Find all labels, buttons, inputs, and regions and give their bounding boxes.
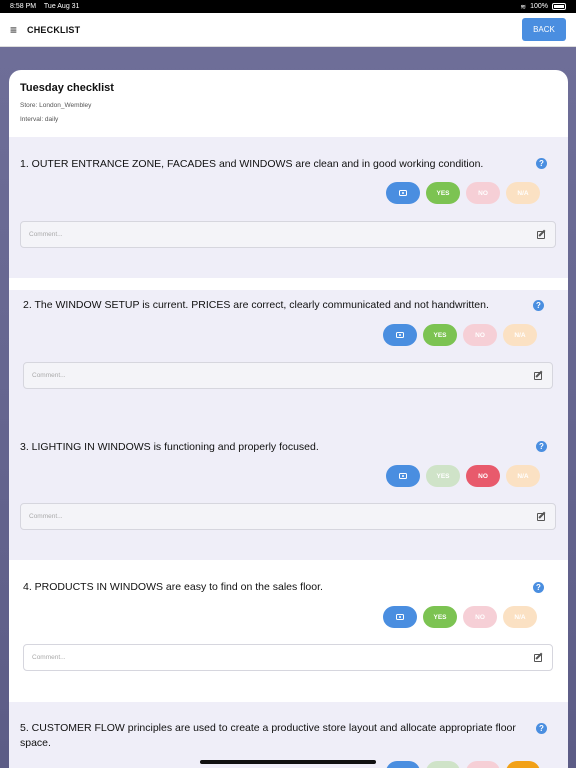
camera-icon <box>396 332 404 338</box>
back-button[interactable]: BACK <box>522 18 566 41</box>
divider <box>9 278 568 290</box>
yes-button[interactable]: YES <box>426 182 460 204</box>
battery-percent: 100% <box>530 3 548 10</box>
comment-placeholder: Comment... <box>29 513 63 520</box>
edit-icon[interactable] <box>534 654 542 662</box>
camera-button[interactable] <box>386 761 420 768</box>
question-text: 1. OUTER ENTRANCE ZONE, FACADES and WIND… <box>20 158 484 170</box>
edit-icon[interactable] <box>537 231 545 239</box>
camera-icon <box>399 190 407 196</box>
top-bar: ≡ CHECKLIST BACK <box>0 13 576 47</box>
comment-field[interactable]: Comment... <box>23 362 553 389</box>
wifi-icon: ≋ <box>520 3 527 11</box>
camera-button[interactable] <box>386 182 420 204</box>
question-text: 3. LIGHTING IN WINDOWS is functioning an… <box>20 441 319 453</box>
status-time: 8:58 PM <box>10 3 37 10</box>
comment-placeholder: Comment... <box>29 231 63 238</box>
camera-button[interactable] <box>383 606 417 628</box>
no-button[interactable]: NO <box>463 606 497 628</box>
no-button[interactable]: NO <box>463 324 497 346</box>
na-button[interactable]: N/A <box>506 465 540 487</box>
comment-placeholder: Comment... <box>32 654 66 661</box>
na-button[interactable]: N/A <box>506 182 540 204</box>
comment-field[interactable]: Comment... <box>20 503 556 530</box>
question-text: 4. PRODUCTS IN WINDOWS are easy to find … <box>23 581 323 593</box>
question-text: 2. The WINDOW SETUP is current. PRICES a… <box>23 299 489 311</box>
help-icon[interactable]: ? <box>533 582 544 593</box>
help-icon[interactable]: ? <box>536 441 547 452</box>
yes-button[interactable]: YES <box>423 324 457 346</box>
store-label: Store: London_Wembley <box>20 102 92 109</box>
yes-button[interactable]: YES <box>426 465 460 487</box>
question-item: 1. OUTER ENTRANCE ZONE, FACADES and WIND… <box>9 137 568 278</box>
question-item: 4. PRODUCTS IN WINDOWS are easy to find … <box>9 572 568 702</box>
camera-icon <box>399 473 407 479</box>
comment-placeholder: Comment... <box>32 372 66 379</box>
comment-field[interactable]: Comment... <box>23 644 553 671</box>
question-item: 5. CUSTOMER FLOW principles are used to … <box>9 702 568 768</box>
question-item: 3. LIGHTING IN WINDOWS is functioning an… <box>9 420 568 560</box>
edit-icon[interactable] <box>537 513 545 521</box>
checklist-header: Tuesday checklist Store: London_Wembley … <box>9 70 568 137</box>
no-button[interactable]: NO <box>466 465 500 487</box>
hamburger-menu-icon[interactable]: ≡ <box>10 23 17 37</box>
home-indicator <box>200 760 376 764</box>
status-bar: 8:58 PM Tue Aug 31 ≋ 100% <box>0 0 576 13</box>
checklist-title: Tuesday checklist <box>20 82 114 94</box>
camera-button[interactable] <box>383 324 417 346</box>
comment-field[interactable]: Comment... <box>20 221 556 248</box>
help-icon[interactable]: ? <box>533 300 544 311</box>
checklist-card: Tuesday checklist Store: London_Wembley … <box>9 70 568 768</box>
help-icon[interactable]: ? <box>536 158 547 169</box>
camera-button[interactable] <box>386 465 420 487</box>
yes-button[interactable]: YES <box>426 761 460 768</box>
edit-icon[interactable] <box>534 372 542 380</box>
help-icon[interactable]: ? <box>536 723 547 734</box>
camera-icon <box>396 614 404 620</box>
na-button[interactable]: N/A <box>506 761 540 768</box>
question-text: 5. CUSTOMER FLOW principles are used to … <box>20 722 516 749</box>
battery-icon <box>552 3 566 10</box>
no-button[interactable]: NO <box>466 761 500 768</box>
na-button[interactable]: N/A <box>503 606 537 628</box>
no-button[interactable]: NO <box>466 182 500 204</box>
page-title: CHECKLIST <box>27 24 81 35</box>
interval-label: Interval: daily <box>20 116 59 123</box>
status-date: Tue Aug 31 <box>43 3 80 10</box>
na-button[interactable]: N/A <box>503 324 537 346</box>
yes-button[interactable]: YES <box>423 606 457 628</box>
question-item: 2. The WINDOW SETUP is current. PRICES a… <box>9 290 568 420</box>
divider <box>9 560 568 572</box>
